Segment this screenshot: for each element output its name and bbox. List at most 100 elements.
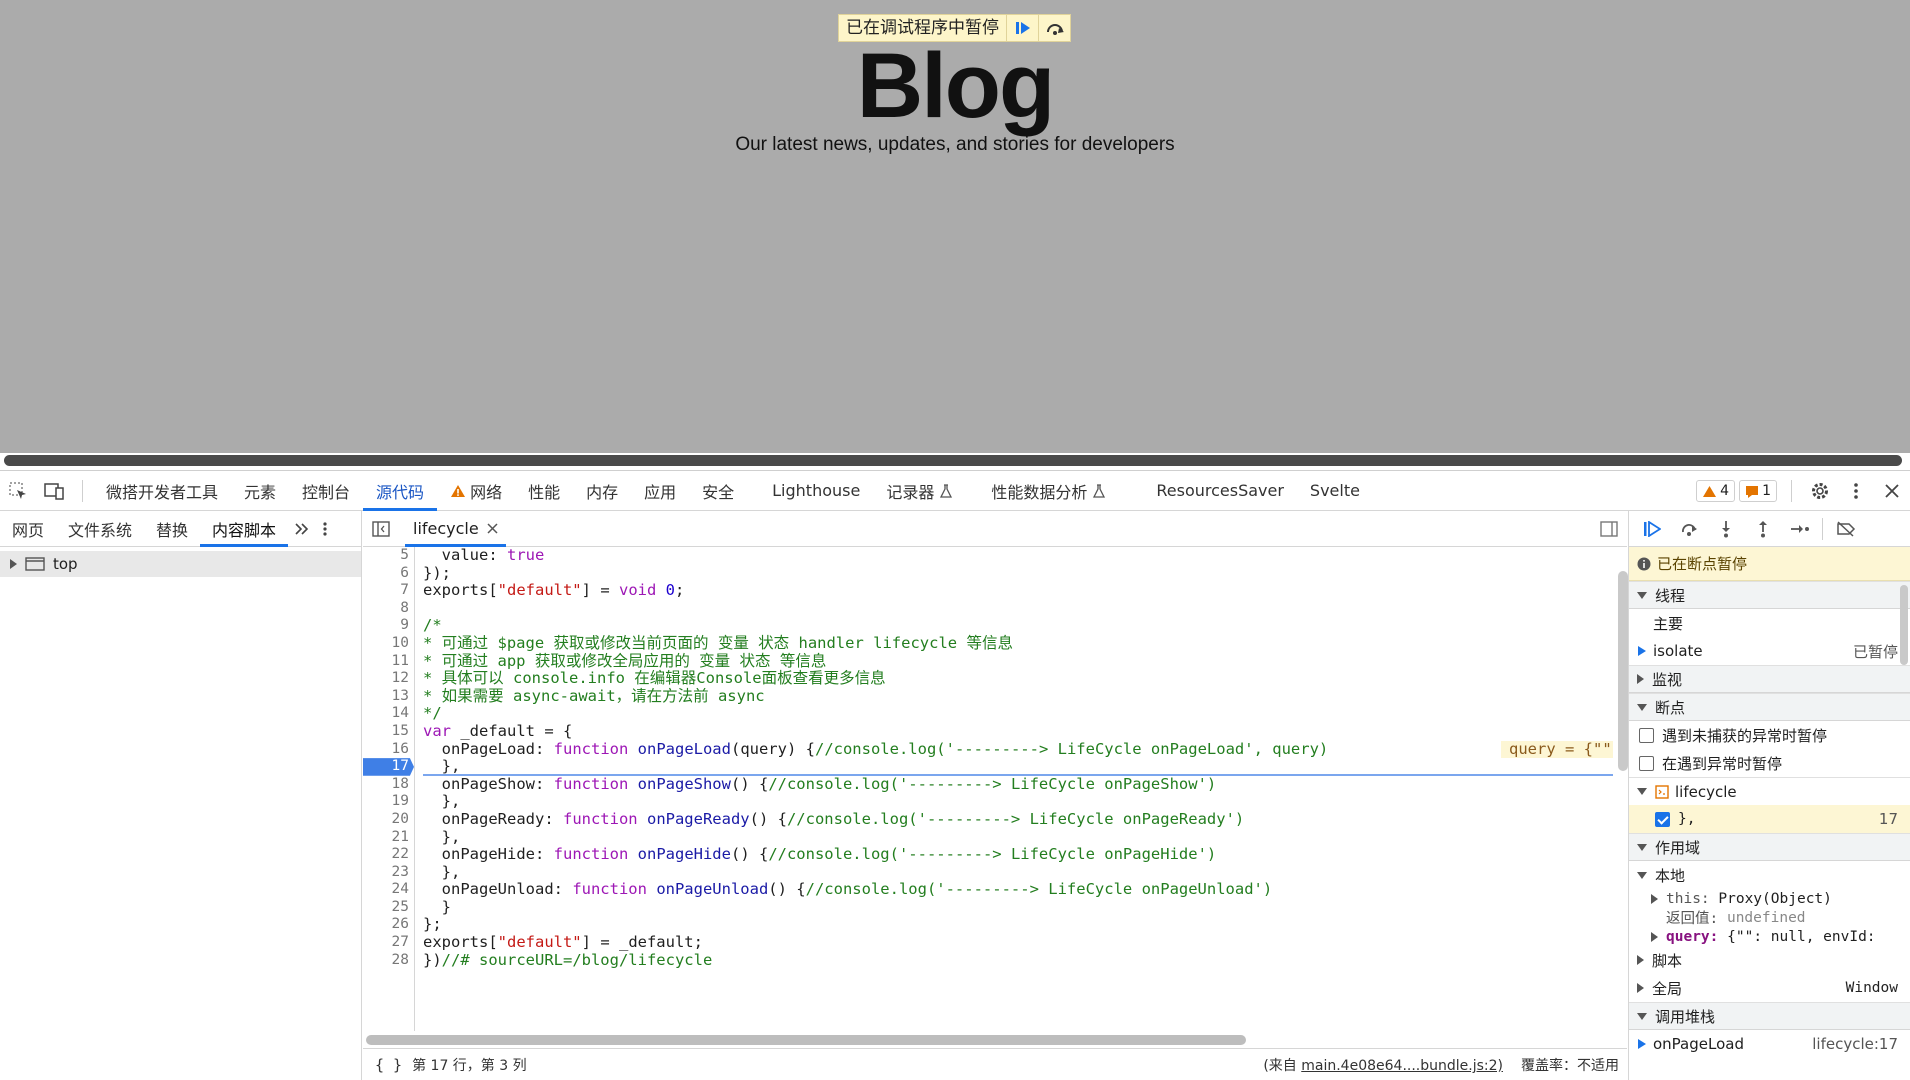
scope-var-this[interactable]: this: Proxy(Object) (1629, 889, 1910, 908)
code-line[interactable]: })//# sourceURL=/blog/lifecycle (423, 951, 1613, 970)
code-line[interactable]: * 如果需要 async-await，请在方法前 async (423, 687, 1613, 706)
line-number-gutter[interactable]: 5 6 7 8 9 10 11 12 13 14 15 16 17 18 19 … (363, 547, 415, 1031)
code-horizontal-scrollbar[interactable] (366, 1035, 1246, 1045)
device-toolbar-button[interactable] (36, 471, 72, 511)
tab-resources-saver[interactable]: ResourcesSaver (1143, 471, 1297, 511)
code-area[interactable]: 5 6 7 8 9 10 11 12 13 14 15 16 17 18 19 … (363, 547, 1613, 1031)
code-vertical-scrollbar[interactable] (1618, 571, 1628, 771)
step-out-button[interactable] (1744, 511, 1781, 547)
code-line[interactable]: value: true (423, 547, 1613, 565)
watch-section-header[interactable]: 监视 (1629, 665, 1910, 693)
tab-elements[interactable]: 元素 (231, 471, 289, 511)
scope-var-query[interactable]: query: {"": null, envId: (1629, 927, 1910, 946)
code-line[interactable]: }, (423, 863, 1613, 882)
line-number[interactable]: 5 (363, 547, 414, 565)
line-number[interactable]: 22 (363, 846, 414, 864)
step-button[interactable] (1781, 511, 1818, 547)
code-line[interactable]: exports["default"] = void 0; (423, 581, 1613, 600)
code-line[interactable]: onPageShow: function onPageShow() {//con… (423, 775, 1613, 794)
line-number[interactable]: 15 (363, 723, 414, 741)
callstack-section-header[interactable]: 调用堆栈 (1629, 1002, 1910, 1030)
debugger-scrollbar[interactable] (1900, 585, 1908, 665)
line-number[interactable]: 26 (363, 916, 414, 934)
navigator-menu-button[interactable] (316, 511, 334, 547)
scope-global[interactable]: 全局 Window (1629, 974, 1910, 1002)
code-line[interactable]: onPageHide: function onPageHide() {//con… (423, 845, 1613, 864)
code-line[interactable]: exports["default"] = _default; (423, 933, 1613, 952)
toggle-navigator-button[interactable] (363, 509, 399, 549)
nav-tab-page[interactable]: 网页 (0, 511, 56, 547)
warnings-badge[interactable]: 4 (1696, 480, 1736, 502)
line-number[interactable]: 7 (363, 582, 414, 600)
scope-var-return[interactable]: 返回值: undefined (1629, 908, 1910, 928)
code-line[interactable]: } (423, 898, 1613, 917)
line-number[interactable]: 14 (363, 705, 414, 723)
threads-section-header[interactable]: 线程 (1629, 581, 1910, 609)
code-line[interactable]: /* (423, 617, 1613, 635)
pause-uncaught-option[interactable]: 遇到未捕获的异常时暂停 (1629, 721, 1910, 749)
code-line[interactable]: * 具体可以 console.info 在编辑器Console面板查看更多信息 (423, 669, 1613, 688)
code-line[interactable]: }); (423, 564, 1613, 583)
code-line[interactable]: }, (423, 793, 1613, 811)
code-line[interactable]: onPageUnload: function onPageUnload() {/… (423, 880, 1613, 899)
breakpoint-enabled-checkbox[interactable] (1655, 811, 1670, 827)
line-number[interactable]: 24 (363, 881, 414, 899)
code-line[interactable]: }, (423, 828, 1613, 847)
tree-item-top[interactable]: top (0, 551, 361, 577)
page-horizontal-scrollbar[interactable] (4, 455, 1902, 466)
pause-uncaught-checkbox[interactable] (1639, 727, 1654, 743)
nav-tab-filesystem[interactable]: 文件系统 (56, 511, 144, 547)
tab-lighthouse[interactable]: Lighthouse (759, 471, 873, 511)
scope-section-header[interactable]: 作用域 (1629, 833, 1910, 861)
tab-weda-devtools[interactable]: 微搭开发者工具 (93, 471, 231, 511)
code-line[interactable] (423, 600, 1613, 618)
expand-triangle-icon[interactable] (10, 559, 17, 569)
line-number[interactable]: 27 (363, 934, 414, 952)
line-number[interactable]: 9 (363, 617, 414, 635)
inspect-element-button[interactable] (0, 471, 36, 511)
code-line-current[interactable]: }, (423, 757, 1613, 776)
close-devtools-button[interactable] (1874, 471, 1910, 511)
line-number[interactable]: 28 (363, 952, 414, 970)
code-line[interactable]: }; (423, 916, 1613, 934)
line-number[interactable]: 12 (363, 670, 414, 688)
line-number[interactable]: 6 (363, 565, 414, 583)
code-line[interactable]: * 可通过 $page 获取或修改当前页面的 变量 状态 handler lif… (423, 634, 1613, 653)
scope-local[interactable]: 本地 (1629, 861, 1910, 889)
tab-security[interactable]: 安全 (689, 471, 747, 511)
code-line[interactable]: onPageReady: function onPageReady() {//c… (423, 810, 1613, 829)
issues-badge[interactable]: 1 (1739, 480, 1777, 502)
line-number[interactable]: 8 (363, 600, 414, 618)
code-line[interactable]: */ (423, 705, 1613, 723)
tab-performance[interactable]: 性能 (515, 471, 573, 511)
code-line[interactable]: var _default = { (423, 722, 1613, 741)
code-line[interactable]: * 可通过 app 获取或修改全局应用的 变量 状态 等信息 (423, 652, 1613, 671)
breakpoints-section-header[interactable]: 断点 (1629, 693, 1910, 721)
tab-svelte[interactable]: Svelte (1297, 471, 1373, 511)
close-icon[interactable] (487, 523, 498, 534)
code-lines[interactable]: value: true}); exports["default"] = void … (423, 547, 1613, 969)
thread-main[interactable]: 主要 (1629, 609, 1910, 637)
callstack-frame[interactable]: onPageLoad lifecycle:17 (1629, 1030, 1910, 1058)
source-map-link[interactable]: main.4e08e64....bundle.js:2) (1301, 1058, 1503, 1074)
tab-sources[interactable]: 源代码 (363, 471, 438, 511)
tab-memory[interactable]: 内存 (573, 471, 631, 511)
line-number[interactable]: 13 (363, 688, 414, 706)
line-number[interactable]: 11 (363, 653, 414, 671)
step-over-button[interactable] (1670, 511, 1707, 547)
tab-console[interactable]: 控制台 (289, 471, 363, 511)
editor-file-tab[interactable]: lifecycle (405, 511, 506, 547)
line-number[interactable]: 10 (363, 635, 414, 653)
line-number[interactable]: 23 (363, 864, 414, 882)
scope-script[interactable]: 脚本 (1629, 946, 1910, 974)
tab-application[interactable]: 应用 (631, 471, 689, 511)
line-number[interactable]: 16 (363, 741, 414, 759)
breakpoint-item[interactable]: }, 17 (1629, 805, 1910, 833)
line-number[interactable]: 20 (363, 811, 414, 829)
breakpoint-file-group[interactable]: lifecycle (1629, 777, 1910, 805)
pause-caught-option[interactable]: 在遇到异常时暂停 (1629, 749, 1910, 777)
settings-button[interactable] (1802, 471, 1838, 511)
pretty-print-button[interactable]: { } (375, 1056, 402, 1074)
line-number-breakpoint[interactable]: 17 (363, 758, 414, 776)
deactivate-breakpoints-button[interactable] (1827, 511, 1864, 547)
